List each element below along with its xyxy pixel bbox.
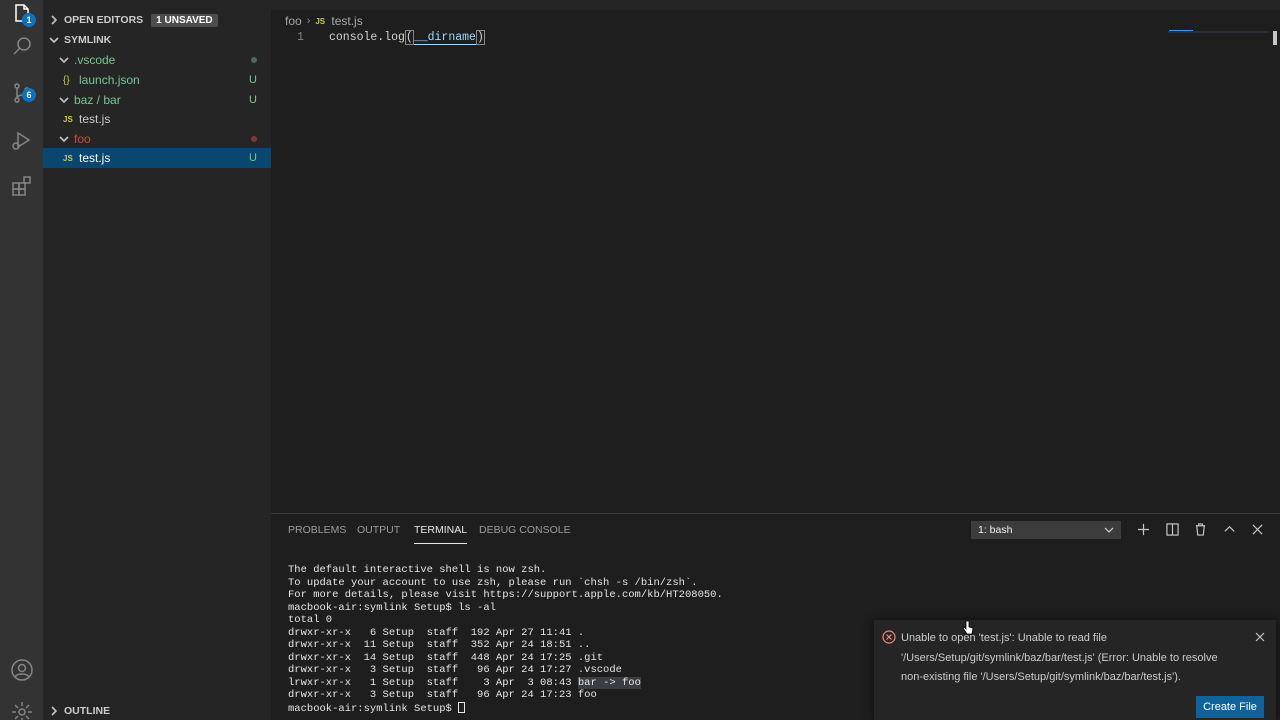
- terminal-prompt: macbook-air:symlink Setup$: [288, 702, 459, 715]
- code-call: console.log: [329, 31, 405, 44]
- tree-item-foo-folder[interactable]: foo: [43, 129, 271, 149]
- js-file-icon: JS: [315, 16, 326, 26]
- terminal-prompt-line: macbook-air:symlink Setup$: [288, 701, 723, 716]
- tree-item-label: foo: [74, 132, 91, 146]
- create-file-button[interactable]: Create File: [1196, 696, 1264, 718]
- terminal-line: drwxr-xr-x 3 Setup staff 96 Apr 24 17:23…: [288, 689, 597, 701]
- account-icon[interactable]: [0, 648, 43, 692]
- untracked-status: U: [249, 94, 257, 106]
- close-panel-icon[interactable]: [1249, 521, 1265, 537]
- code-line[interactable]: console.log(__dirname): [329, 30, 485, 45]
- breadcrumb-file[interactable]: test.js: [331, 14, 362, 28]
- scm-badge: 6: [22, 88, 36, 102]
- js-file-icon: JS: [63, 114, 73, 124]
- notification-line: Unable to open 'test.js': Unable to read…: [901, 632, 1107, 644]
- tree-item-label: .vscode: [74, 53, 116, 67]
- terminal-line: The default interactive shell is now zsh…: [288, 564, 547, 576]
- code-argument: __dirname: [413, 31, 476, 45]
- notification-line: non-existing file '/Users/Setup/git/syml…: [901, 671, 1181, 683]
- folder-label: SYMLINK: [64, 34, 112, 46]
- explorer-sidebar: OPEN EDITORS 1 UNSAVED SYMLINK .vscode {…: [43, 0, 271, 720]
- terminal-select[interactable]: 1: bash: [971, 521, 1121, 539]
- untracked-status: U: [249, 74, 257, 86]
- outline-label: OUTLINE: [64, 705, 111, 717]
- chevron-right-icon: [47, 13, 61, 27]
- tree-item-launch-json[interactable]: {} launch.json U: [43, 70, 271, 90]
- error-dot-indicator: [251, 133, 257, 145]
- notification-line: '/Users/Setup/git/symlink/baz/bar/test.j…: [901, 651, 1218, 664]
- tree-item-label: test.js: [79, 151, 111, 165]
- chevron-down-icon: [47, 33, 61, 47]
- terminal-cursor: [458, 701, 466, 713]
- terminal-line: macbook-air:symlink Setup$ ls -al: [288, 601, 496, 614]
- terminal-line: drwxr-xr-x 3 Setup staff 96 Apr 24 17:27…: [288, 664, 622, 676]
- tree-item-foo-test-js[interactable]: JS test.js U: [43, 148, 271, 168]
- breadcrumb: foo › JS test.js: [285, 13, 363, 29]
- mouse-pointer-icon: [962, 620, 974, 635]
- terminal-select-value: 1: bash: [978, 524, 1013, 536]
- code-open-paren: (: [404, 30, 414, 45]
- terminal-line: drwxr-xr-x 6 Setup staff 192 Apr 27 11:4…: [288, 626, 585, 639]
- chevron-down-icon: [57, 53, 71, 67]
- trash-icon[interactable]: [1192, 521, 1208, 537]
- line-number: 1: [297, 31, 304, 44]
- new-terminal-plus-icon[interactable]: [1135, 521, 1151, 537]
- editor-scrollbar-thumb[interactable]: [1273, 31, 1277, 45]
- tab-output[interactable]: OUTPUT: [357, 524, 400, 544]
- tab-problems[interactable]: PROBLEMS: [288, 524, 346, 544]
- code-close-paren: ): [475, 30, 485, 45]
- js-file-icon: JS: [63, 153, 73, 163]
- error-icon: [882, 630, 896, 644]
- terminal-line: lrwxr-xr-x 1 Setup staff 3 Apr 3 08:43 b…: [288, 676, 723, 690]
- folder-header-symlink[interactable]: SYMLINK: [43, 30, 271, 50]
- open-editors-label: OPEN EDITORS: [64, 14, 144, 26]
- minimap[interactable]: [1168, 31, 1268, 33]
- chevron-down-icon: [57, 132, 71, 146]
- tree-item-label: baz / bar: [74, 93, 121, 107]
- open-editors-header[interactable]: OPEN EDITORS 1 UNSAVED: [43, 10, 271, 30]
- tree-item-bar-test-js[interactable]: JS test.js: [43, 109, 271, 129]
- settings-gear-icon[interactable]: [0, 690, 43, 720]
- tree-item-vscode-folder[interactable]: .vscode: [43, 50, 271, 70]
- editor-tab-strip: [271, 0, 1280, 10]
- notification-message: Unable to open 'test.js': Unable to read…: [901, 629, 1261, 688]
- untracked-status: U: [249, 152, 257, 164]
- terminal-line: drwxr-xr-x 11 Setup staff 352 Apr 24 18:…: [288, 639, 591, 651]
- editor-area[interactable]: foo › JS test.js 1 console.log(__dirname…: [271, 0, 1280, 513]
- split-terminal-icon[interactable]: [1164, 521, 1180, 537]
- search-icon[interactable]: [0, 24, 43, 68]
- tab-terminal[interactable]: TERMINAL: [414, 524, 468, 544]
- maximize-panel-chevron-up-icon[interactable]: [1221, 521, 1237, 537]
- chevron-right-icon: ›: [306, 15, 311, 27]
- chevron-down-icon: [57, 93, 71, 107]
- run-debug-icon[interactable]: [0, 118, 43, 162]
- unsaved-badge: 1 UNSAVED: [151, 13, 218, 27]
- chevron-down-icon: [1104, 527, 1114, 533]
- breadcrumb-folder[interactable]: foo: [285, 14, 302, 28]
- tab-debug-console[interactable]: DEBUG CONSOLE: [479, 524, 571, 544]
- source-control-icon[interactable]: 6: [0, 71, 43, 115]
- tree-item-label: launch.json: [79, 73, 140, 87]
- tree-item-label: test.js: [79, 112, 111, 126]
- terminal-line: drwxr-xr-x 14 Setup staff 448 Apr 24 17:…: [288, 651, 604, 664]
- terminal-line: total 0: [288, 614, 333, 626]
- error-notification: Unable to open 'test.js': Unable to read…: [874, 620, 1276, 720]
- chevron-right-icon: [47, 704, 61, 718]
- modified-dot-indicator: [251, 54, 257, 66]
- json-file-icon: {}: [63, 74, 70, 86]
- close-icon[interactable]: [1254, 631, 1266, 643]
- outline-header[interactable]: OUTLINE: [43, 701, 271, 720]
- terminal-line: To update your account to use zsh, pleas…: [288, 576, 698, 589]
- tree-item-baz-bar-folder[interactable]: baz / bar U: [43, 90, 271, 110]
- terminal-line: For more details, please visit https://s…: [288, 589, 723, 601]
- activity-bar: 1 6: [0, 0, 43, 720]
- extensions-icon[interactable]: [0, 164, 43, 208]
- terminal-output[interactable]: The default interactive shell is now zsh…: [288, 564, 723, 715]
- terminal-line-prefix: lrwxr-xr-x 1 Setup staff 3 Apr 3 08:43: [288, 676, 578, 689]
- terminal-symlink-highlight: bar -> foo: [577, 676, 641, 689]
